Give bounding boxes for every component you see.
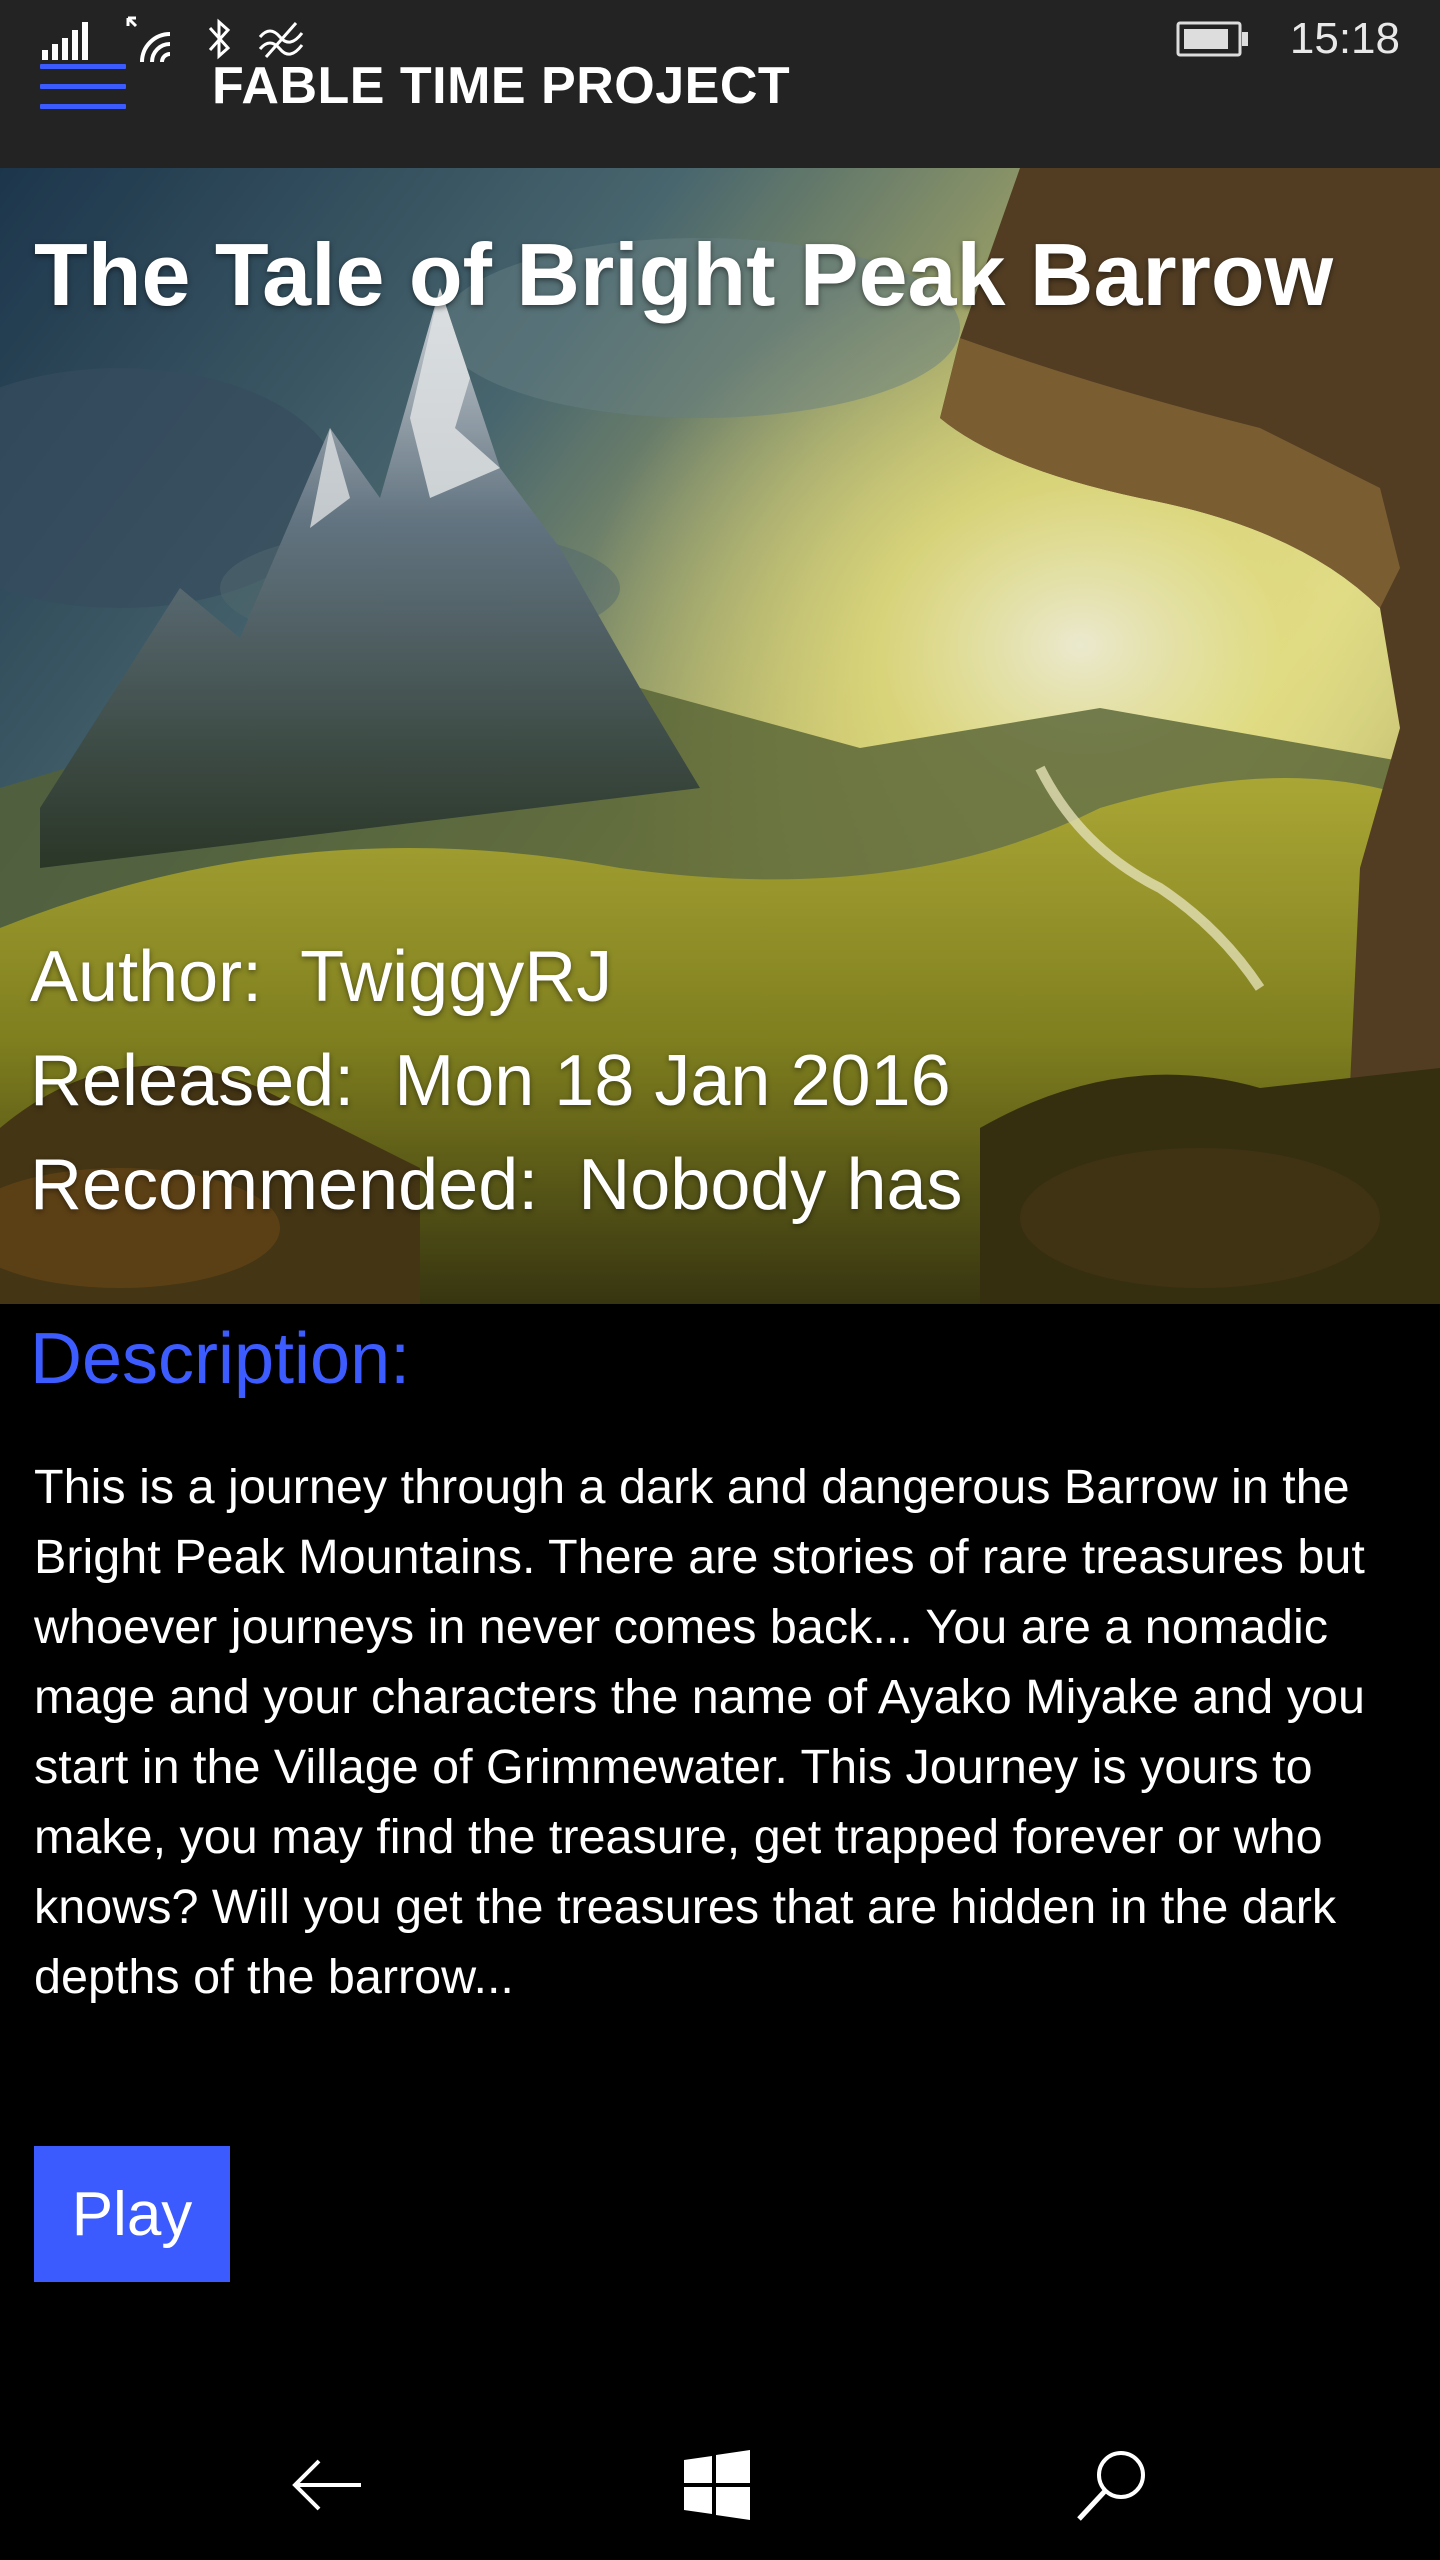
released-value: Mon 18 Jan 2016 — [394, 1041, 951, 1121]
hero-landscape-image — [0, 168, 1440, 1304]
hamburger-menu-icon[interactable] — [40, 62, 126, 114]
story-hero: The Tale of Bright Peak Barrow Author: T… — [0, 168, 1440, 1304]
status-right: 15:18 — [1176, 14, 1400, 64]
description-heading: Description: — [30, 1319, 411, 1399]
back-arrow-icon[interactable] — [282, 2440, 372, 2530]
story-title: The Tale of Bright Peak Barrow — [34, 225, 1334, 324]
wifi-icon — [126, 16, 171, 63]
description-text: This is a journey through a dark and dan… — [34, 1460, 1365, 2004]
author-label: Author: — [30, 937, 263, 1017]
story-author: Author: TwiggyRJ — [30, 936, 612, 1018]
author-value: TwiggyRJ — [300, 937, 613, 1017]
story-released: Released: Mon 18 Jan 2016 — [30, 1040, 951, 1122]
system-nav-bar — [0, 2400, 1440, 2560]
released-label: Released: — [30, 1041, 355, 1121]
data-sense-icon — [258, 22, 304, 58]
story-recommended: Recommended: Nobody has — [30, 1144, 963, 1226]
recommended-value: Nobody has — [578, 1145, 963, 1225]
battery-icon — [1176, 21, 1248, 57]
app-title: FABLE TIME PROJECT — [212, 57, 791, 115]
recommended-label: Recommended: — [30, 1145, 539, 1225]
search-icon[interactable] — [1068, 2440, 1158, 2530]
top-bar: 15:18 FABLE TIME PROJECT — [0, 0, 1440, 168]
status-clock: 15:18 — [1289, 14, 1400, 63]
signal-icon — [42, 22, 88, 60]
play-button[interactable]: Play — [34, 2146, 230, 2282]
windows-logo-icon[interactable] — [672, 2440, 762, 2530]
